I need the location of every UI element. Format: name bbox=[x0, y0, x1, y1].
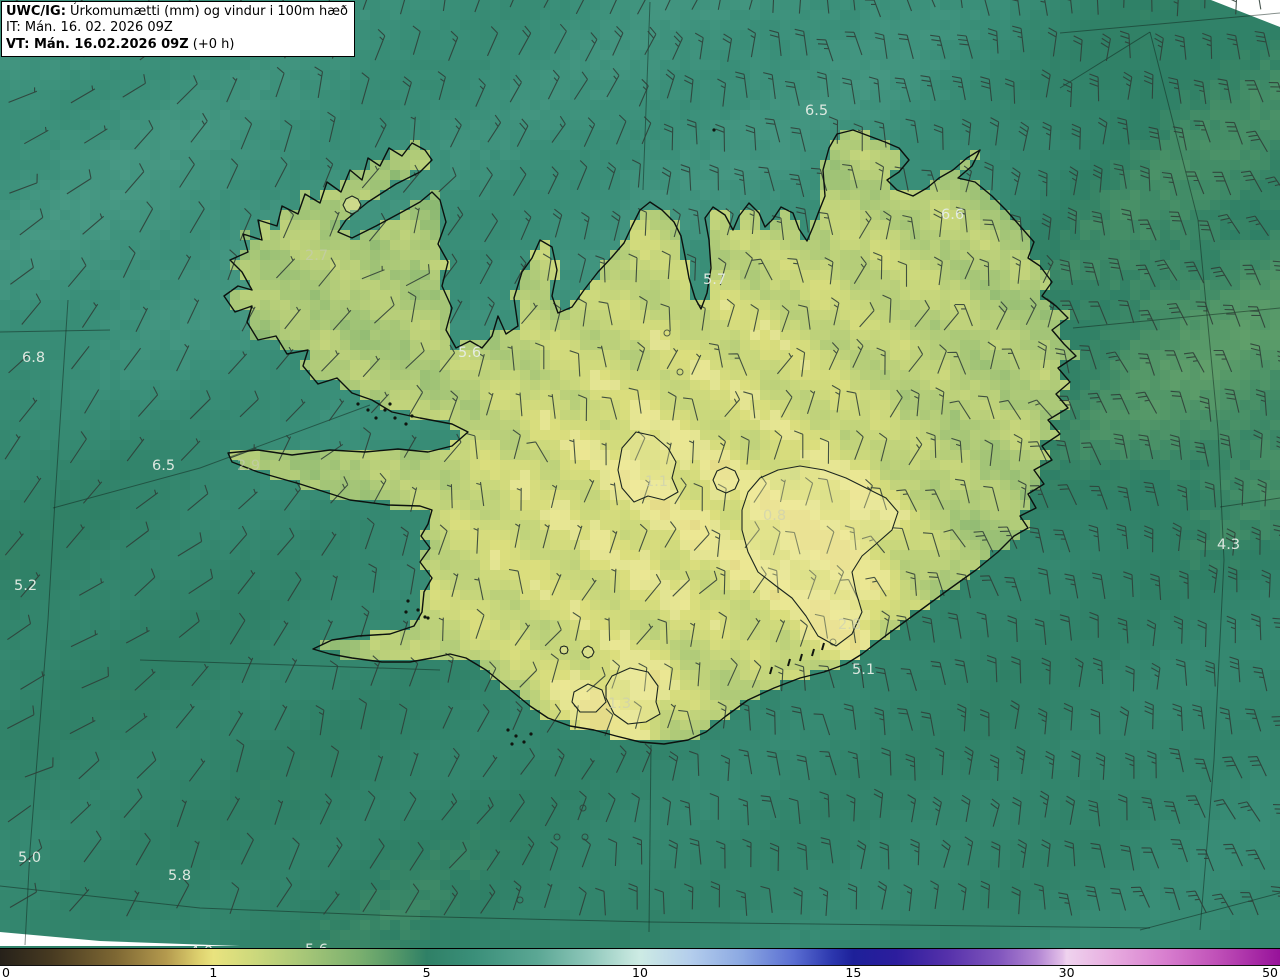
lagoon-mark bbox=[811, 648, 815, 657]
contour-label: 5.0 bbox=[18, 850, 41, 866]
calm-wind-circle bbox=[663, 329, 671, 337]
islet bbox=[426, 616, 430, 620]
islet bbox=[374, 416, 378, 420]
lagoon-mark bbox=[821, 642, 825, 651]
contour-label: 6.5 bbox=[152, 458, 175, 474]
graticule-line bbox=[52, 404, 371, 509]
islet bbox=[410, 414, 414, 418]
colorbar-tick-label: 5 bbox=[422, 965, 431, 978]
islet bbox=[393, 416, 397, 420]
colorbar-gradient bbox=[0, 948, 1280, 966]
valid-time-bold: VT: Mán. 16.02.2026 09Z bbox=[6, 36, 189, 52]
graticule-line bbox=[1059, 12, 1280, 34]
graticule-line bbox=[0, 885, 1151, 929]
contour-label: 2.7 bbox=[305, 248, 328, 264]
contour-label: 2.8 bbox=[838, 617, 861, 633]
colorbar-tick-label: 50 bbox=[1262, 965, 1278, 978]
graticule-line bbox=[1139, 892, 1280, 931]
colorbar: 0 1 5 10 15 30 50 bbox=[0, 948, 1280, 978]
graticule-line bbox=[1219, 497, 1280, 508]
contour-label: 5.6 bbox=[458, 345, 481, 361]
islet bbox=[522, 740, 526, 744]
glacier-outline bbox=[712, 466, 740, 494]
contour-label: 5.8 bbox=[168, 868, 191, 884]
contour-label: 6.5 bbox=[805, 103, 828, 119]
islet bbox=[510, 742, 514, 746]
contour-label: 5.7 bbox=[703, 272, 726, 288]
title-box: UWC/IG: Úrkomumætti (mm) og vindur i 100… bbox=[1, 1, 355, 58]
valid-time-offset: (+0 h) bbox=[188, 36, 235, 52]
graticule-line bbox=[24, 299, 69, 946]
contour-label: 6.8 bbox=[22, 350, 45, 366]
lagoon-mark bbox=[799, 653, 803, 662]
lagoon-mark bbox=[769, 666, 773, 675]
islet bbox=[514, 734, 518, 738]
map-overlay: 6.5 6.6 5.7 2.7 5.6 6.8 6.5 2.9 1.1 0.8 5.2 4.3 2.8 5… bbox=[0, 0, 1280, 960]
islet bbox=[356, 402, 360, 406]
islet bbox=[416, 608, 420, 612]
calm-wind-circle bbox=[553, 833, 561, 841]
glacier-outline bbox=[741, 465, 899, 647]
contour-label: 0.8 bbox=[763, 508, 786, 524]
contour-label: 2.9 bbox=[237, 458, 260, 474]
contour-label: 5.1 bbox=[852, 662, 875, 678]
weather-map-viewport: 6.5 6.6 5.7 2.7 5.6 6.8 6.5 2.9 1.1 0.8 5.2 4.3 2.8 5… bbox=[0, 0, 1280, 978]
islet bbox=[383, 408, 387, 412]
contour-label: 1.3 bbox=[608, 696, 631, 712]
contour-label: 6.6 bbox=[941, 207, 964, 223]
model-id: UWC/IG: bbox=[6, 4, 66, 19]
islet bbox=[404, 422, 408, 426]
islet bbox=[406, 599, 410, 603]
islet bbox=[388, 402, 392, 406]
islet bbox=[366, 408, 370, 412]
map-title-text: Úrkomumætti (mm) og vindur i 100m hæð bbox=[65, 4, 348, 19]
map-title-line: UWC/IG: Úrkomumætti (mm) og vindur i 100… bbox=[6, 4, 348, 20]
islet bbox=[529, 732, 533, 736]
colorbar-tick-label: 15 bbox=[845, 965, 862, 978]
glacier-outline bbox=[559, 645, 569, 655]
colorbar-tick-label: 30 bbox=[1058, 965, 1075, 978]
glacier-outline bbox=[342, 195, 362, 215]
contour-label: 1.1 bbox=[645, 474, 668, 490]
init-time-line: IT: Mán. 16. 02. 2026 09Z bbox=[6, 20, 173, 36]
calm-wind-circle bbox=[516, 896, 524, 904]
colorbar-labels: 0 1 5 10 15 30 50 bbox=[0, 965, 1280, 978]
glacier-outline bbox=[617, 431, 679, 503]
graticule-line bbox=[1149, 31, 1225, 931]
islet bbox=[712, 128, 716, 132]
colorbar-tick-label: 1 bbox=[209, 965, 218, 978]
islet bbox=[506, 728, 510, 732]
glacier-outline bbox=[581, 645, 595, 659]
islet bbox=[404, 610, 408, 614]
colorbar-tick-label: 10 bbox=[632, 965, 648, 978]
contour-label: 5.2 bbox=[14, 578, 37, 594]
valid-time-line: VT: Mán. 16.02.2026 09Z (+0 h) bbox=[6, 37, 348, 53]
colorbar-tick-label: 0 bbox=[2, 965, 10, 978]
graticule-line bbox=[0, 329, 111, 333]
lagoon-mark bbox=[787, 658, 791, 667]
contour-label: 4.3 bbox=[1217, 537, 1240, 553]
graticule-line bbox=[648, 744, 652, 933]
glacier-outline bbox=[571, 683, 607, 713]
islet bbox=[423, 615, 427, 619]
calm-wind-circle bbox=[676, 368, 684, 376]
